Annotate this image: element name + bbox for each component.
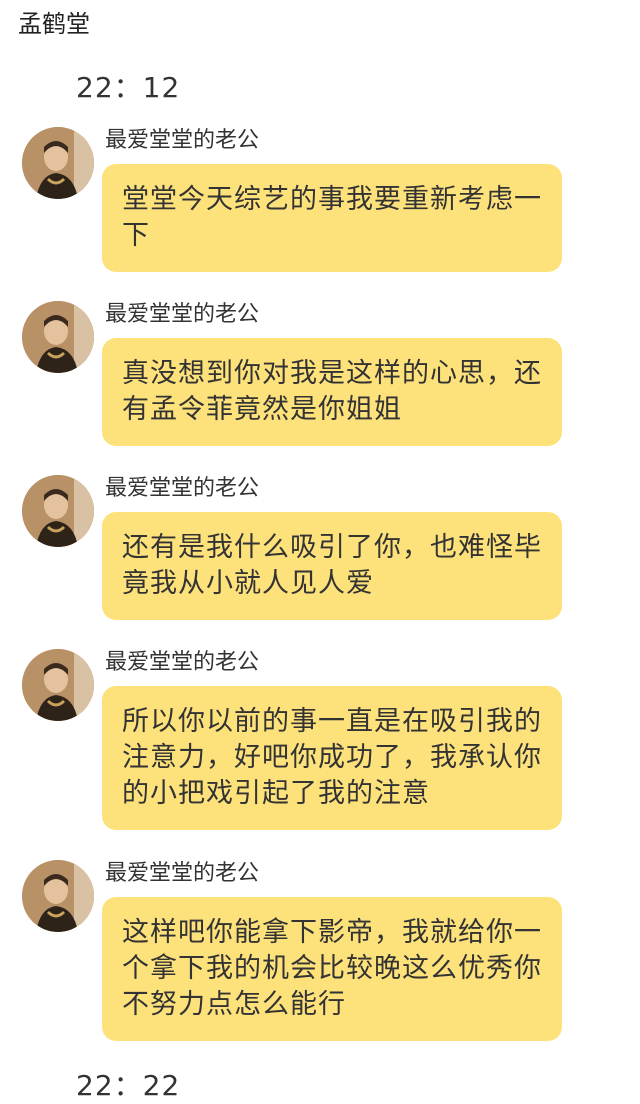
person-icon (22, 127, 94, 199)
sender-name: 最爱堂堂的老公 (105, 476, 260, 501)
person-icon (22, 860, 94, 932)
message-bubble[interactable]: 所以你以前的事一直是在吸引我的注意力，好吧你成功了，我承认你的小把戏引起了我的注… (102, 686, 562, 830)
message-bubble[interactable]: 这样吧你能拿下影帝，我就给你一个拿下我的机会比较晚这么优秀你不努力点怎么能行 (102, 897, 562, 1041)
message-bubble[interactable]: 堂堂今天综艺的事我要重新考虑一下 (102, 164, 562, 272)
person-icon (22, 301, 94, 373)
sender-name: 最爱堂堂的老公 (105, 650, 260, 675)
timestamp: 22：12 (76, 71, 181, 104)
sender-name: 最爱堂堂的老公 (105, 861, 260, 886)
avatar[interactable] (22, 860, 94, 932)
timestamp: 22：22 (76, 1069, 181, 1102)
avatar[interactable] (22, 127, 94, 199)
avatar[interactable] (22, 301, 94, 373)
avatar[interactable] (22, 649, 94, 721)
chat-title: 孟鹤堂 (18, 10, 90, 38)
person-icon (22, 649, 94, 721)
sender-name: 最爱堂堂的老公 (105, 128, 260, 153)
message-bubble[interactable]: 真没想到你对我是这样的心思，还有孟令菲竟然是你姐姐 (102, 338, 562, 446)
person-icon (22, 475, 94, 547)
avatar[interactable] (22, 475, 94, 547)
sender-name: 最爱堂堂的老公 (105, 302, 260, 327)
message-bubble[interactable]: 还有是我什么吸引了你，也难怪毕竟我从小就人见人爱 (102, 512, 562, 620)
